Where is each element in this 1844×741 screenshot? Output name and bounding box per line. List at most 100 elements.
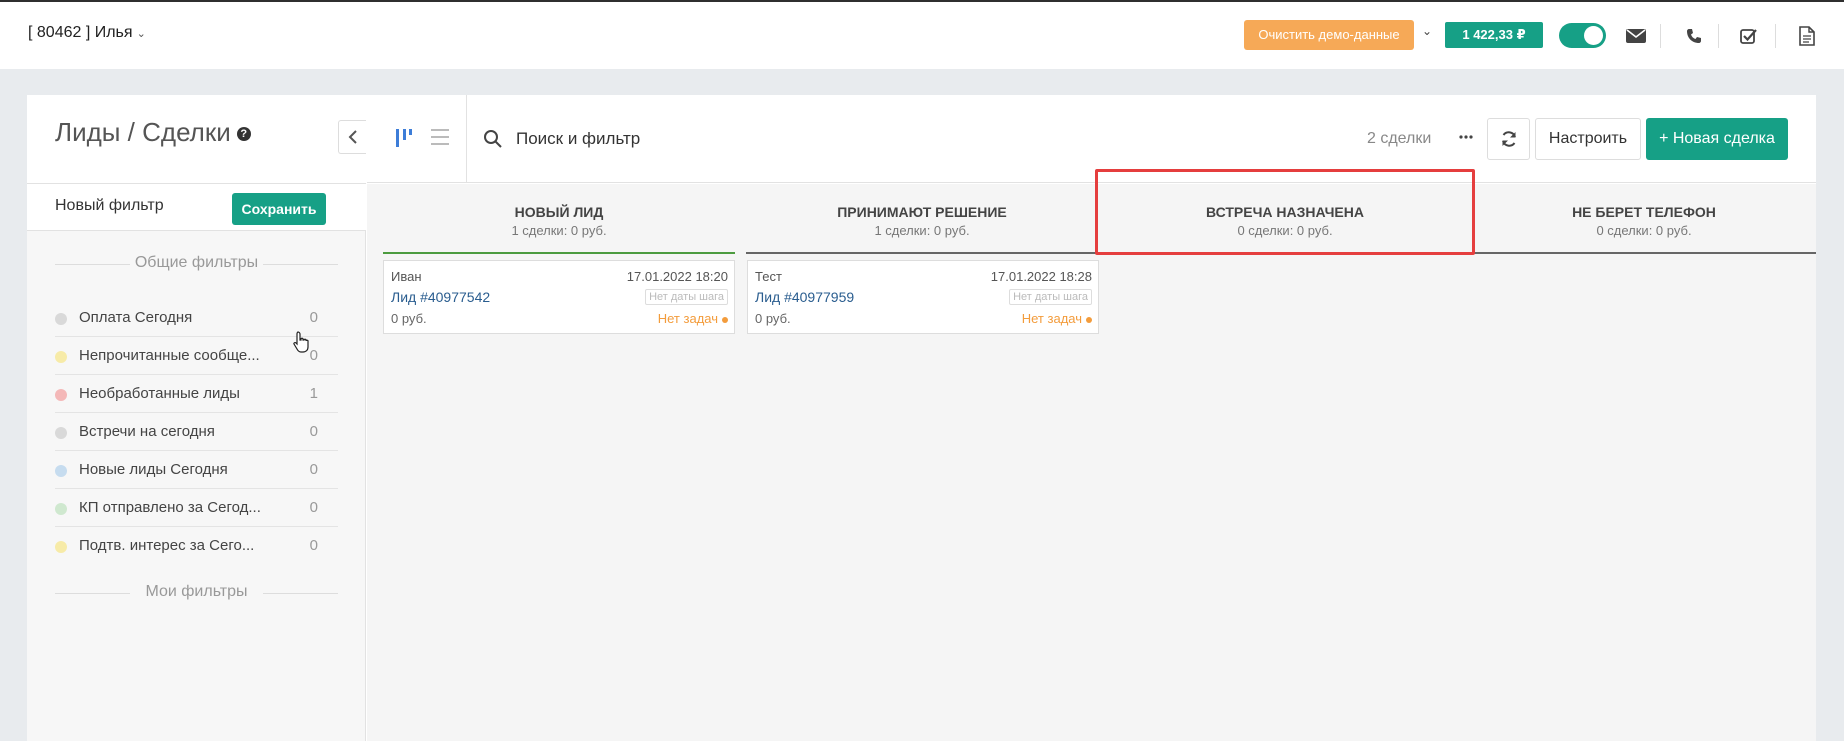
user-menu[interactable]: [ 80462 ] Илья ⌄ <box>28 24 146 42</box>
mail-icon[interactable] <box>1624 24 1648 48</box>
new-deal-button[interactable]: + Новая сделка <box>1646 118 1788 160</box>
deal-card[interactable]: Тест 17.01.2022 18:28 Лид #40977959 Нет … <box>747 260 1099 334</box>
card-date: 17.01.2022 18:28 <box>990 269 1092 284</box>
filter-item-label: КП отправлено за Сегод... <box>79 499 261 516</box>
filter-item-count: 0 <box>309 537 318 554</box>
column-header[interactable]: НОВЫЙ ЛИД 1 сделки: 0 руб. <box>383 184 735 254</box>
tasks-check-icon[interactable] <box>1737 24 1761 48</box>
deals-count: 2 сделки <box>1367 130 1432 147</box>
chevron-left-icon <box>348 130 357 144</box>
card-tasks-status: Нет задач <box>658 311 728 326</box>
column-header[interactable]: НЕ БЕРЕТ ТЕЛЕФОН 0 сделки: 0 руб. <box>1472 184 1816 254</box>
column-summary: 1 сделки: 0 руб. <box>511 223 607 238</box>
my-filters-heading: Мои фильтры <box>55 583 338 601</box>
filter-item-label: Непрочитанные сообще... <box>79 347 260 364</box>
filter-item-label: Встречи на сегодня <box>79 423 215 440</box>
filter-item[interactable]: Новые лиды Сегодня 0 <box>55 451 338 489</box>
card-no-step-date: Нет даты шага <box>1009 289 1092 305</box>
filter-color-dot <box>55 389 67 401</box>
chevron-down-icon: ⌄ <box>136 28 146 40</box>
card-sum: 0 руб. <box>391 311 427 326</box>
filter-item-label: Необработанные лиды <box>79 385 240 402</box>
column-summary: 0 сделки: 0 руб. <box>1596 223 1692 238</box>
new-filter-label[interactable]: Новый фильтр <box>55 197 164 215</box>
clear-demo-data-button[interactable]: Очистить демо-данные <box>1244 20 1414 50</box>
new-filter-row: Новый фильтр Сохранить <box>27 183 366 231</box>
filter-item-count: 0 <box>309 499 318 516</box>
filter-color-dot <box>55 465 67 477</box>
card-contact-name: Иван <box>391 269 422 284</box>
document-icon[interactable] <box>1795 24 1819 48</box>
column-underline <box>383 252 735 254</box>
card-no-step-date: Нет даты шага <box>645 289 728 305</box>
top-header: [ 80462 ] Илья ⌄ Очистить демо-данные ⌄ 1… <box>0 2 1844 69</box>
sidebar: Лиды / Сделки? Новый фильтр Сохранить Об… <box>27 95 366 741</box>
deal-card[interactable]: Иван 17.01.2022 18:20 Лид #40977542 Нет … <box>383 260 735 334</box>
status-dot-icon <box>722 316 728 323</box>
column-title: ПРИНИМАЮТ РЕШЕНИЕ <box>837 204 1007 220</box>
filter-color-dot <box>55 351 67 363</box>
column-underline <box>746 252 1098 254</box>
status-dot-icon <box>1086 316 1092 323</box>
filter-item[interactable]: Необработанные лиды 1 <box>55 375 338 413</box>
card-sum: 0 руб. <box>755 311 791 326</box>
filter-item[interactable]: Подтв. интерес за Сего... 0 <box>55 527 338 565</box>
filter-item[interactable]: КП отправлено за Сегод... 0 <box>55 489 338 527</box>
header-divider <box>1660 24 1661 48</box>
mouse-pointer-icon <box>293 331 309 358</box>
page-title-text: Лиды / Сделки <box>55 117 231 147</box>
save-filter-button[interactable]: Сохранить <box>232 193 326 225</box>
collapse-sidebar-button[interactable] <box>338 120 366 154</box>
list-view-icon[interactable] <box>431 126 449 153</box>
kanban-board: НОВЫЙ ЛИД 1 сделки: 0 руб. ПРИНИМАЮТ РЕШ… <box>367 184 1816 741</box>
header-divider <box>1718 24 1719 48</box>
filter-color-dot <box>55 541 67 553</box>
filter-item-label: Новые лиды Сегодня <box>79 461 228 478</box>
filter-item-label: Подтв. интерес за Сего... <box>79 537 255 554</box>
card-tasks-status: Нет задач <box>1022 311 1092 326</box>
filter-item-count: 1 <box>309 385 318 402</box>
settings-button[interactable]: Настроить <box>1535 118 1641 160</box>
column-title: НОВЫЙ ЛИД <box>514 204 604 220</box>
page-title: Лиды / Сделки? <box>55 117 251 148</box>
search-icon[interactable] <box>483 129 503 154</box>
card-lead-link[interactable]: Лид #40977542 <box>391 289 490 305</box>
search-filter-input[interactable]: Поиск и фильтр <box>516 129 640 149</box>
phone-icon[interactable] <box>1682 24 1706 48</box>
highlight-annotation-box <box>1095 169 1475 255</box>
help-icon[interactable]: ? <box>236 127 251 142</box>
filter-color-dot <box>55 503 67 515</box>
filter-item-count: 0 <box>309 461 318 478</box>
filter-item-count: 0 <box>309 347 318 364</box>
balance-badge[interactable]: 1 422,33 ₽ <box>1445 22 1543 48</box>
refresh-button[interactable] <box>1487 118 1530 160</box>
toggle-knob <box>1584 26 1603 45</box>
header-divider <box>1775 24 1776 48</box>
kanban-view-icon[interactable] <box>395 126 413 155</box>
filter-item-count: 0 <box>309 423 318 440</box>
board-toolbar: Поиск и фильтр 2 сделки Настроить + Нова… <box>367 95 1816 183</box>
online-toggle[interactable] <box>1559 23 1606 48</box>
card-lead-link[interactable]: Лид #40977959 <box>755 289 854 305</box>
more-options-icon[interactable] <box>1454 125 1478 149</box>
refresh-icon <box>1501 131 1516 147</box>
filter-item[interactable]: Встречи на сегодня 0 <box>55 413 338 451</box>
toolbar-divider <box>466 95 467 183</box>
chevron-down-icon[interactable]: ⌄ <box>1422 24 1432 38</box>
sidebar-header: Лиды / Сделки? <box>27 95 366 183</box>
filter-item-label: Оплата Сегодня <box>79 309 193 326</box>
card-date: 17.01.2022 18:20 <box>626 269 728 284</box>
common-filters-heading: Общие фильтры <box>55 254 338 272</box>
card-tasks-label: Нет задач <box>1021 311 1082 326</box>
column-summary: 1 сделки: 0 руб. <box>874 223 970 238</box>
column-header[interactable]: ПРИНИМАЮТ РЕШЕНИЕ 1 сделки: 0 руб. <box>746 184 1098 254</box>
filter-color-dot <box>55 427 67 439</box>
filter-item-count: 0 <box>309 309 318 326</box>
card-contact-name: Тест <box>755 269 782 284</box>
filter-color-dot <box>55 313 67 325</box>
main-panel: Лиды / Сделки? Новый фильтр Сохранить Об… <box>27 95 1816 741</box>
card-tasks-label: Нет задач <box>657 311 718 326</box>
user-name: [ 80462 ] Илья <box>28 24 133 41</box>
column-underline <box>1472 252 1816 254</box>
column-title: НЕ БЕРЕТ ТЕЛЕФОН <box>1572 204 1716 220</box>
